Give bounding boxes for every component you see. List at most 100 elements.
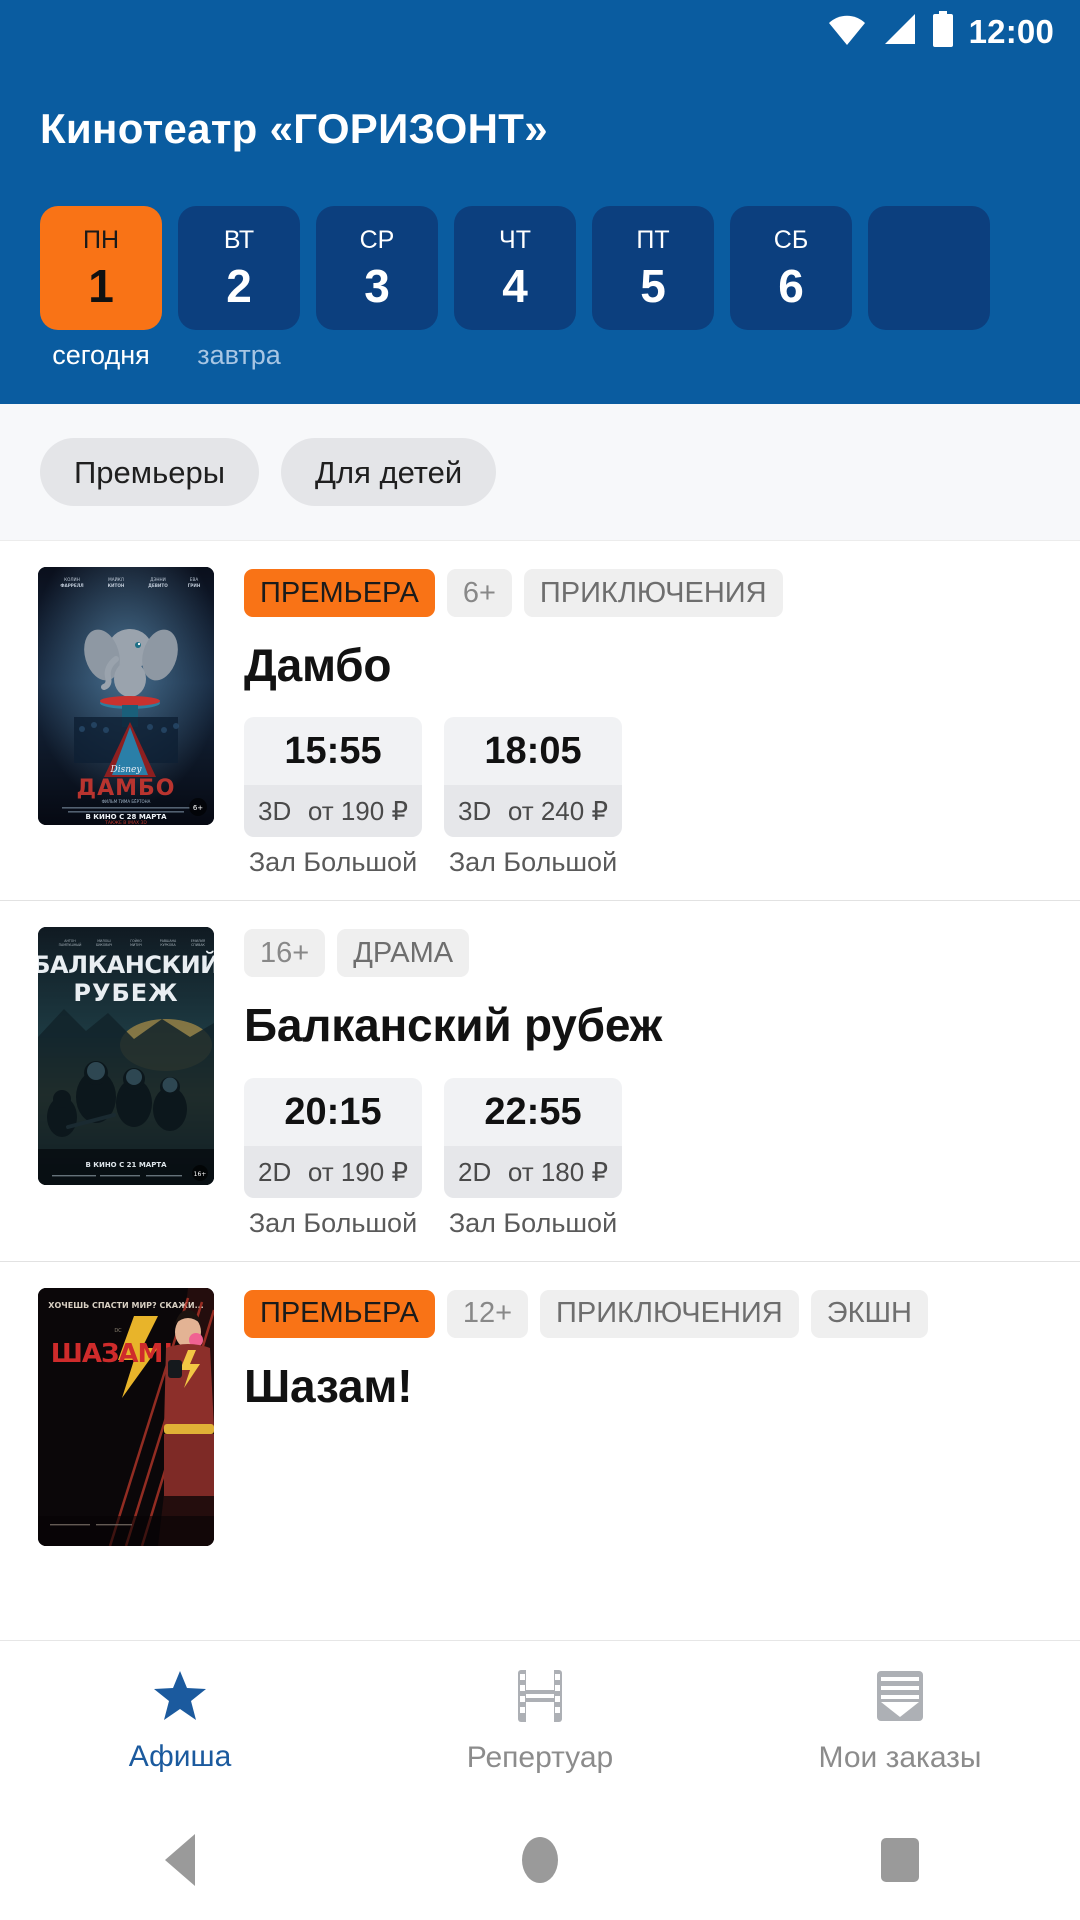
movie-badges: ПРЕМЬЕРА 6+ ПРИКЛЮЧЕНИЯ xyxy=(244,569,1080,617)
svg-text:DC: DC xyxy=(114,1328,122,1334)
balkan-poster-image[interactable]: АНТОН ПАМПУШНЫЙ МИЛОШ БИКОВИЧ ГОЙКО МИТИЧ Р… xyxy=(38,927,214,1186)
showtime-hall: Зал Большой xyxy=(248,1207,418,1238)
showtime-time: 15:55 xyxy=(244,717,422,786)
dumbo-poster-image[interactable]: КОЛИН ФАРРЕЛЛ МАЙКЛ КИТОН ДЭННИ ДЕВИТО ЕВА Г… xyxy=(38,567,214,825)
svg-text:МАЙКЛ: МАЙКЛ xyxy=(108,577,124,582)
date-item-2[interactable]: СР 3 xyxy=(316,206,438,374)
premiere-badge: ПРЕМЬЕРА xyxy=(244,569,435,617)
header-spacer xyxy=(0,374,1080,404)
home-circle-icon xyxy=(522,1837,558,1883)
recents-square-icon xyxy=(881,1838,919,1882)
film-strip-icon xyxy=(515,1668,565,1729)
date-item-6-partial[interactable] xyxy=(868,206,990,374)
svg-text:МИТИЧ: МИТИЧ xyxy=(130,943,142,947)
age-rating-badge: 16+ xyxy=(244,929,326,978)
date-strip[interactable]: ПН 1 сегодня ВТ 2 завтра СР 3 ЧТ 4 ПТ 5 … xyxy=(0,150,1080,374)
date-item-0[interactable]: ПН 1 сегодня xyxy=(40,206,162,374)
nav-tab-my-orders[interactable]: Мои заказы xyxy=(720,1668,1080,1773)
showtime-price: от 240 ₽ xyxy=(507,796,608,827)
filter-chip-bar: Премьеры Для детей xyxy=(0,404,1080,541)
date-item-1[interactable]: ВТ 2 завтра xyxy=(178,206,300,374)
svg-text:ДАМБО: ДАМБО xyxy=(77,776,176,801)
movie-list: КОЛИН ФАРРЕЛЛ МАЙКЛ КИТОН ДЭННИ ДЕВИТО ЕВА Г… xyxy=(0,541,1080,1570)
system-recents-button[interactable] xyxy=(720,1838,1080,1882)
showtime-time: 22:55 xyxy=(444,1077,622,1146)
bottom-navigation: Афиша Репертуар Мои заказы xyxy=(0,1640,1080,1800)
showtime-time: 18:05 xyxy=(444,717,622,786)
date-chip[interactable]: СБ 6 xyxy=(730,206,852,330)
showtime-format: 3D xyxy=(258,796,292,827)
showtime-item[interactable]: 18:05 3D от 240 ₽ Зал Большой xyxy=(444,717,622,876)
date-item-4[interactable]: ПТ 5 xyxy=(592,206,714,374)
svg-text:ФАРРЕЛЛ: ФАРРЕЛЛ xyxy=(60,583,84,588)
showtime-meta: 3D от 240 ₽ xyxy=(444,785,622,838)
system-home-button[interactable] xyxy=(360,1837,720,1883)
nav-label: Репертуар xyxy=(466,1741,614,1774)
nav-tab-repertuar[interactable]: Репертуар xyxy=(360,1668,720,1773)
movie-title[interactable]: Дамбо xyxy=(244,639,1080,691)
date-chip[interactable]: ПТ 5 xyxy=(592,206,714,330)
svg-text:6+: 6+ xyxy=(193,804,203,812)
date-dow: ПТ xyxy=(636,225,670,254)
date-number: 3 xyxy=(364,259,390,312)
filter-chip-for-kids[interactable]: Для детей xyxy=(281,438,497,506)
date-dow: ПН xyxy=(82,225,120,254)
movie-row[interactable]: ХОЧЕШЬ СПАСТИ МИР? СКАЖИ... DC ШАЗАМ! ПР… xyxy=(0,1262,1080,1570)
date-item-3[interactable]: ЧТ 4 xyxy=(454,206,576,374)
showtime-meta: 3D от 190 ₽ xyxy=(244,785,422,838)
nav-label: Мои заказы xyxy=(818,1741,982,1774)
wifi-icon xyxy=(827,12,867,51)
nav-tab-afisha[interactable]: Афиша xyxy=(0,1669,360,1772)
movie-row[interactable]: АНТОН ПАМПУШНЫЙ МИЛОШ БИКОВИЧ ГОЙКО МИТИЧ Р… xyxy=(0,901,1080,1262)
svg-text:БИКОВИЧ: БИКОВИЧ xyxy=(96,943,112,947)
showtime-price: от 180 ₽ xyxy=(507,1156,608,1187)
showtime-hall: Зал Большой xyxy=(448,1207,618,1238)
shazam-poster-image[interactable]: ХОЧЕШЬ СПАСТИ МИР? СКАЖИ... DC ШАЗАМ! xyxy=(38,1287,214,1546)
svg-text:КИТОН: КИТОН xyxy=(108,583,125,588)
date-relative-label xyxy=(730,342,852,374)
date-chip[interactable] xyxy=(868,206,990,330)
showtime-item[interactable]: 20:15 2D от 190 ₽ Зал Большой xyxy=(244,1077,422,1238)
movie-info: ПРЕМЬЕРА 6+ ПРИКЛЮЧЕНИЯ Дамбо 15:55 3D о… xyxy=(244,567,1080,876)
genre-badge: ПРИКЛЮЧЕНИЯ xyxy=(540,1289,799,1338)
showtime-item[interactable]: 15:55 3D от 190 ₽ Зал Большой xyxy=(244,717,422,876)
system-back-button[interactable] xyxy=(0,1834,360,1886)
svg-text:СПИВАК: СПИВАК xyxy=(191,943,205,947)
date-relative-label xyxy=(316,342,438,374)
date-item-5[interactable]: СБ 6 xyxy=(730,206,852,374)
svg-text:БАЛКАНСКИЙ: БАЛКАНСКИЙ xyxy=(38,950,214,979)
filter-chip-premieres[interactable]: Премьеры xyxy=(40,438,259,506)
showtime-list: 15:55 3D от 190 ₽ Зал Большой 18:05 3D о… xyxy=(244,717,1080,876)
showtime-item[interactable]: 22:55 2D от 180 ₽ Зал Большой xyxy=(444,1077,622,1238)
svg-text:ТАКЖЕ В IMAX 3D: ТАКЖЕ В IMAX 3D xyxy=(104,820,147,825)
date-chip[interactable]: ЧТ 4 xyxy=(454,206,576,330)
showtime-list: 20:15 2D от 190 ₽ Зал Большой 22:55 2D о… xyxy=(244,1077,1080,1238)
date-dow: ЧТ xyxy=(499,225,531,254)
showtime-meta: 2D от 180 ₽ xyxy=(444,1145,622,1198)
tickets-icon xyxy=(872,1668,928,1729)
svg-text:ШАЗАМ!: ШАЗАМ! xyxy=(51,1339,174,1369)
genre-badge: ПРИКЛЮЧЕНИЯ xyxy=(523,569,783,617)
date-chip[interactable]: ВТ 2 xyxy=(178,206,300,330)
genre-badge: ДРАМА xyxy=(337,929,470,978)
svg-text:РУБЕЖ: РУБЕЖ xyxy=(73,979,178,1007)
page-title: Кинотеатр «ГОРИЗОНТ» xyxy=(40,105,548,152)
battery-icon xyxy=(931,10,955,52)
movie-row[interactable]: КОЛИН ФАРРЕЛЛ МАЙКЛ КИТОН ДЭННИ ДЕВИТО ЕВА Г… xyxy=(0,541,1080,902)
showtime-hall: Зал Большой xyxy=(248,847,418,878)
date-chip[interactable]: СР 3 xyxy=(316,206,438,330)
svg-text:ДЕВИТО: ДЕВИТО xyxy=(148,583,168,588)
movie-info: 16+ ДРАМА Балканский рубеж 20:15 2D от 1… xyxy=(244,927,1080,1236)
svg-text:ДЭННИ: ДЭННИ xyxy=(150,577,166,582)
date-chip[interactable]: ПН 1 xyxy=(40,206,162,330)
movie-title[interactable]: Шазам! xyxy=(244,1360,1080,1412)
cellular-signal-icon xyxy=(881,12,917,51)
showtime-format: 2D xyxy=(458,1156,492,1187)
genre-badge: ЭКШН xyxy=(810,1289,928,1338)
back-triangle-icon xyxy=(165,1834,195,1886)
age-rating-badge: 6+ xyxy=(446,569,512,617)
movie-list-viewport[interactable]: КОЛИН ФАРРЕЛЛ МАЙКЛ КИТОН ДЭННИ ДЕВИТО ЕВА Г… xyxy=(0,541,1080,1599)
svg-text:ГРИН: ГРИН xyxy=(188,583,201,588)
movie-title[interactable]: Балканский рубеж xyxy=(244,999,1080,1051)
showtime-time: 20:15 xyxy=(244,1077,422,1146)
